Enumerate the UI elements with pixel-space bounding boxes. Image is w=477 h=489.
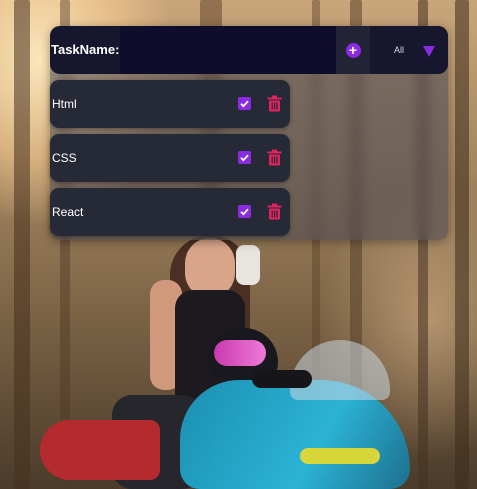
task-form: TaskName: + All xyxy=(50,26,448,74)
check-icon xyxy=(240,154,249,162)
todo-item-text: React xyxy=(52,205,84,219)
motorcycle-tail xyxy=(40,420,160,480)
delete-button[interactable] xyxy=(267,95,282,112)
rider-glove xyxy=(236,245,260,285)
motorcycle-mirror xyxy=(252,370,312,388)
add-task-button[interactable]: + xyxy=(336,26,370,74)
dropdown-arrow-icon xyxy=(423,46,435,57)
delete-button[interactable] xyxy=(267,149,282,166)
trash-icon xyxy=(267,95,282,112)
todo-item-text: Html xyxy=(52,97,77,111)
complete-button[interactable] xyxy=(238,97,251,110)
todo-item-text: CSS xyxy=(52,151,77,165)
tree-trunk xyxy=(455,0,469,489)
trash-icon xyxy=(267,149,282,166)
filter-select[interactable]: All xyxy=(370,26,448,74)
check-icon xyxy=(240,100,249,108)
todo-item: Html xyxy=(50,80,290,128)
trash-icon xyxy=(267,203,282,220)
todo-item: CSS xyxy=(50,134,290,182)
motorcycle-decal xyxy=(300,448,380,464)
helmet-visor xyxy=(214,340,266,366)
todo-item: React xyxy=(50,188,290,236)
delete-button[interactable] xyxy=(267,203,282,220)
plus-circle-icon: + xyxy=(345,42,361,58)
task-name-label: TaskName: xyxy=(51,42,120,57)
rider-face xyxy=(185,238,235,298)
tree-trunk xyxy=(14,0,30,489)
complete-button[interactable] xyxy=(238,151,251,164)
filter-selected-value: All xyxy=(394,45,405,55)
complete-button[interactable] xyxy=(238,205,251,218)
check-icon xyxy=(240,208,249,216)
task-name-input[interactable] xyxy=(120,26,336,74)
